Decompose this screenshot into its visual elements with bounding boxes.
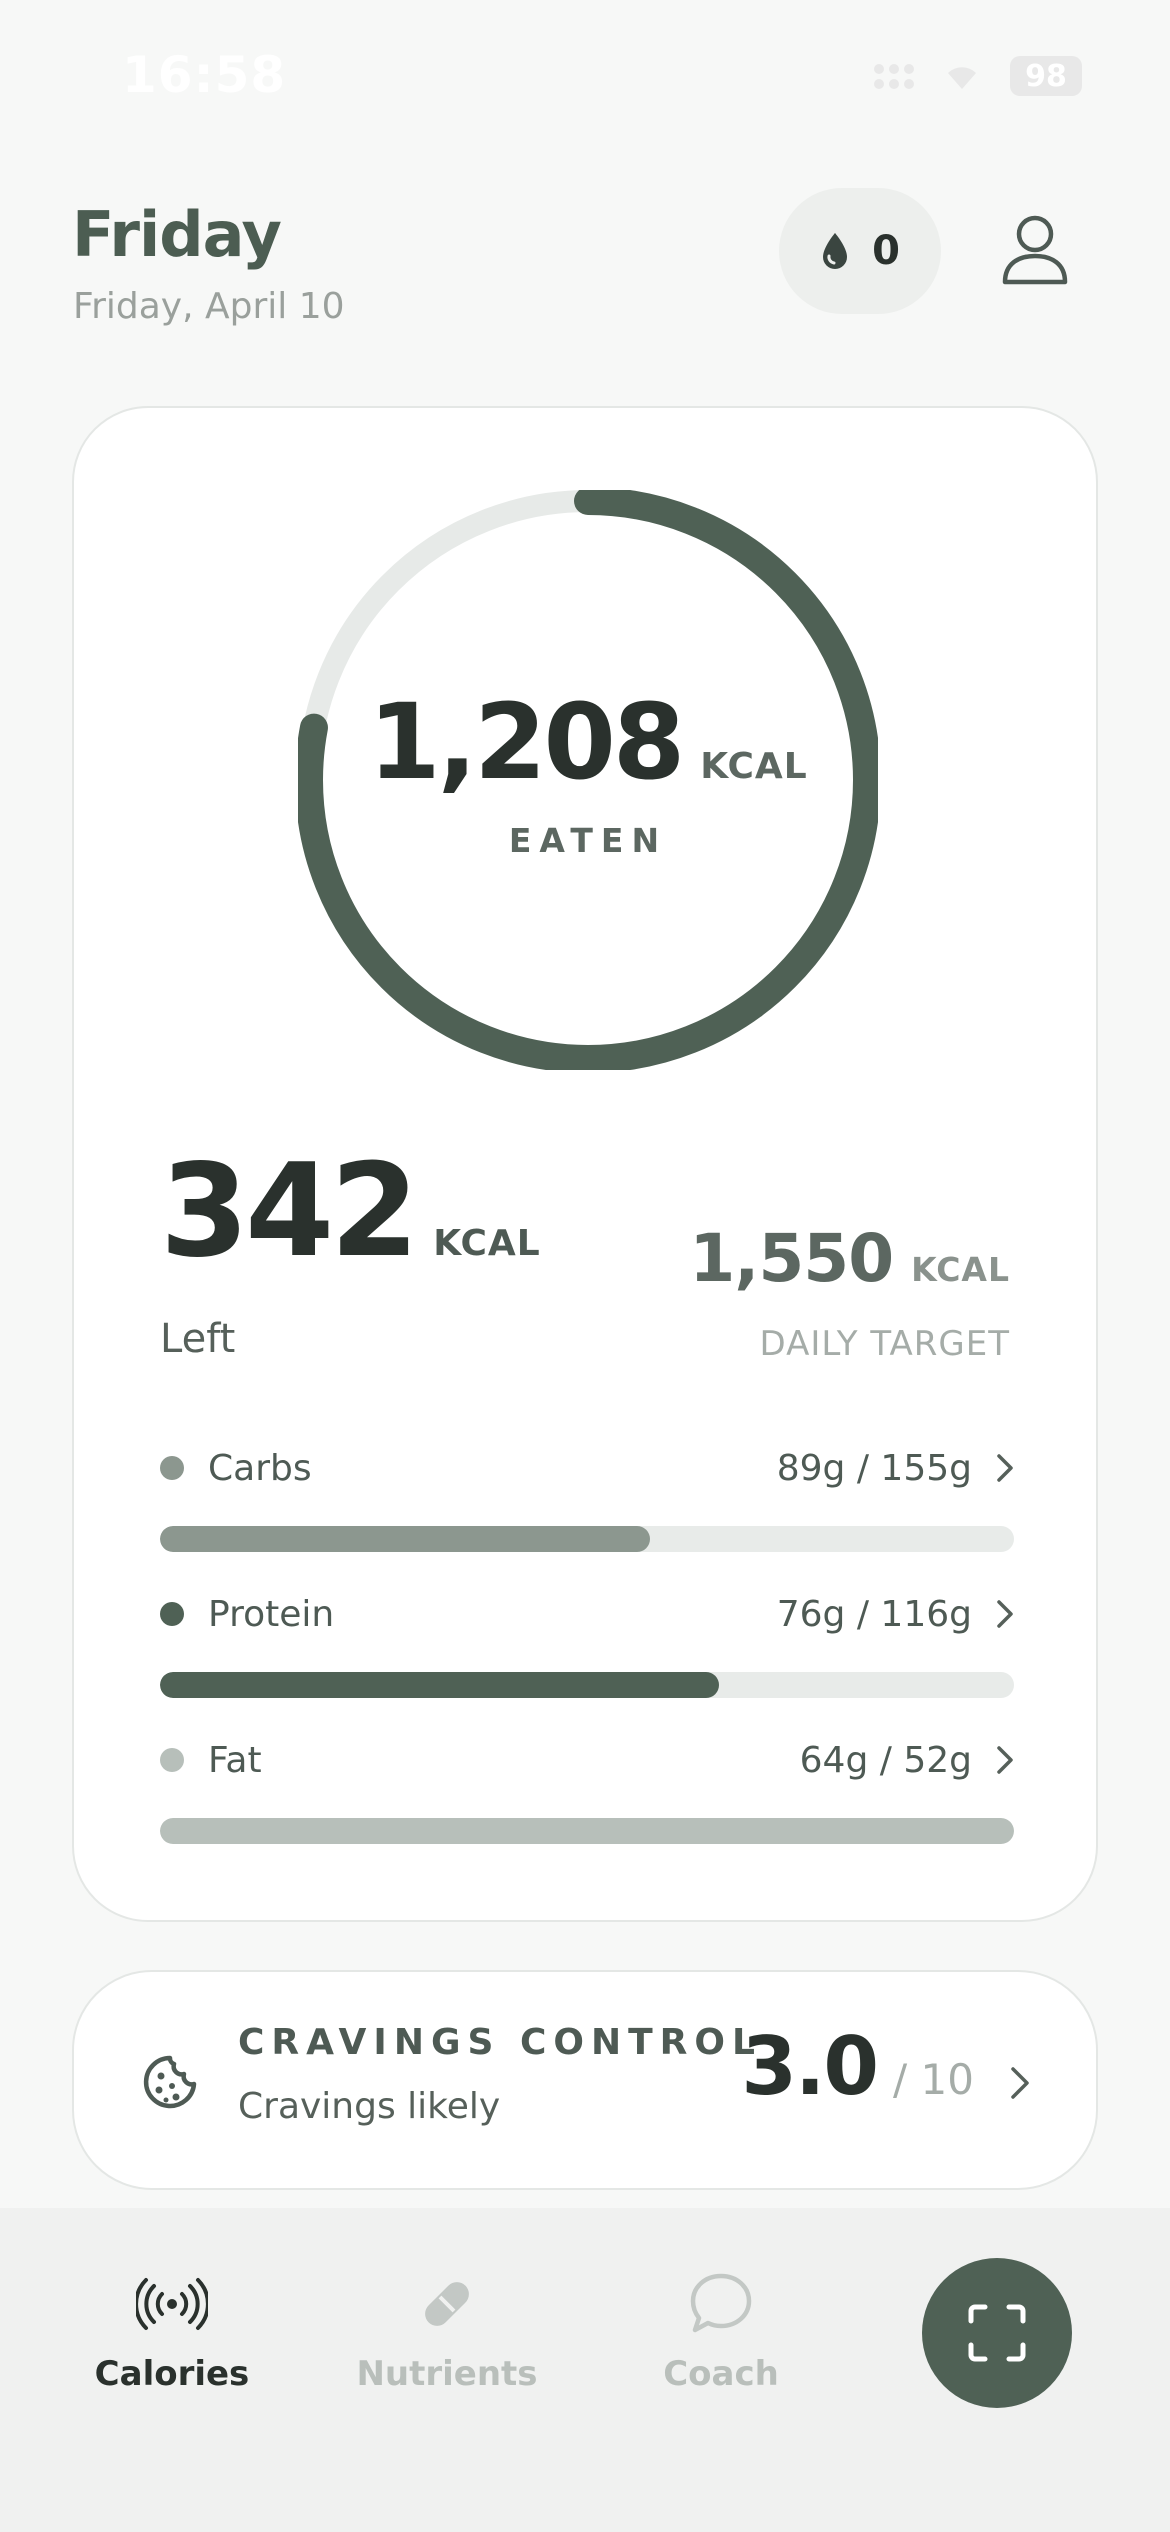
cellular-signal-icon bbox=[874, 63, 914, 89]
macro-name: Carbs bbox=[208, 1447, 312, 1489]
tab-calories[interactable]: Calories bbox=[72, 2268, 272, 2394]
wifi-icon bbox=[948, 67, 976, 89]
chevron-right-icon bbox=[997, 1746, 1013, 1774]
macro-value: 89g / 155g bbox=[776, 1447, 972, 1489]
cravings-score: 3.0 / 10 bbox=[741, 2020, 974, 2113]
macro-progress-track bbox=[160, 1526, 1014, 1552]
cravings-title: CRAVINGS CONTROL bbox=[238, 2022, 762, 2063]
macro-value: 76g / 116g bbox=[776, 1593, 972, 1635]
target-label: DAILY TARGET bbox=[759, 1324, 1010, 1364]
macro-progress-fill bbox=[160, 1672, 720, 1698]
calories-left: 342 KCAL Left bbox=[160, 1137, 541, 1363]
tab-label: Calories bbox=[94, 2354, 250, 2394]
macro-list: Carbs 89g / 155g Protein 76g / 116g Fat … bbox=[160, 1438, 1014, 1876]
left-unit: KCAL bbox=[433, 1223, 541, 1264]
pill-icon bbox=[425, 2282, 469, 2326]
chevron-right-icon bbox=[1011, 2067, 1029, 2099]
date-subtitle: Friday, April 10 bbox=[73, 286, 345, 327]
cravings-subtitle: Cravings likely bbox=[238, 2086, 501, 2127]
protein-dot bbox=[160, 1602, 184, 1626]
scan-button[interactable] bbox=[922, 2258, 1072, 2408]
battery-indicator: 98 bbox=[1010, 56, 1082, 96]
drop-icon bbox=[823, 233, 848, 269]
bottom-tab-bar: Calories Nutrients Coach bbox=[0, 2208, 1170, 2532]
profile-icon[interactable] bbox=[1000, 212, 1070, 288]
tab-coach[interactable]: Coach bbox=[621, 2268, 821, 2394]
score-value: 3.0 bbox=[741, 2020, 879, 2113]
status-icons: 98 bbox=[874, 56, 1082, 96]
scan-icon bbox=[968, 2304, 1026, 2362]
macro-progress-fill bbox=[160, 1818, 1014, 1844]
tab-label: Nutrients bbox=[356, 2354, 538, 2394]
eaten-value: 1,208 bbox=[368, 680, 685, 803]
tab-label: Coach bbox=[663, 2354, 779, 2394]
broadcast-icon bbox=[136, 2278, 208, 2330]
fat-dot bbox=[160, 1748, 184, 1772]
eaten-summary: 1,208 KCAL EATEN bbox=[298, 490, 878, 1070]
macro-fat[interactable]: Fat 64g / 52g bbox=[160, 1730, 1014, 1876]
calorie-summary-card[interactable]: 1,208 KCAL EATEN 342 KCAL Left 1,550 KCA… bbox=[72, 406, 1098, 1922]
daily-target: 1,550 KCAL DAILY TARGET bbox=[689, 1220, 1010, 1365]
target-unit: KCAL bbox=[911, 1250, 1010, 1289]
left-value: 342 bbox=[160, 1137, 419, 1286]
cookie-icon bbox=[143, 2055, 197, 2109]
tab-nutrients[interactable]: Nutrients bbox=[347, 2268, 547, 2394]
status-time: 16:58 bbox=[122, 46, 287, 104]
streak-count: 0 bbox=[872, 228, 900, 274]
page-title: Friday bbox=[72, 198, 282, 271]
chevron-right-icon bbox=[997, 1454, 1013, 1482]
macro-carbs[interactable]: Carbs 89g / 155g bbox=[160, 1438, 1014, 1584]
eaten-label: EATEN bbox=[508, 820, 668, 860]
score-max: / 10 bbox=[893, 2055, 974, 2104]
chevron-right-icon bbox=[997, 1600, 1013, 1628]
carbs-dot bbox=[160, 1456, 184, 1480]
status-bar: 16:58 98 bbox=[0, 0, 1170, 150]
cravings-control-card[interactable]: CRAVINGS CONTROL Cravings likely 3.0 / 1… bbox=[72, 1970, 1098, 2190]
macro-protein[interactable]: Protein 76g / 116g bbox=[160, 1584, 1014, 1730]
macro-progress-fill bbox=[160, 1526, 651, 1552]
target-value: 1,550 bbox=[689, 1220, 894, 1297]
macro-name: Fat bbox=[208, 1739, 262, 1781]
macro-name: Protein bbox=[208, 1593, 335, 1635]
streak-button[interactable]: 0 bbox=[779, 188, 941, 314]
chat-bubble-icon bbox=[690, 2273, 752, 2333]
macro-value: 64g / 52g bbox=[799, 1739, 972, 1781]
macro-progress-track bbox=[160, 1672, 1014, 1698]
macro-progress-track bbox=[160, 1818, 1014, 1844]
eaten-unit: KCAL bbox=[700, 745, 808, 787]
left-label: Left bbox=[160, 1316, 236, 1362]
